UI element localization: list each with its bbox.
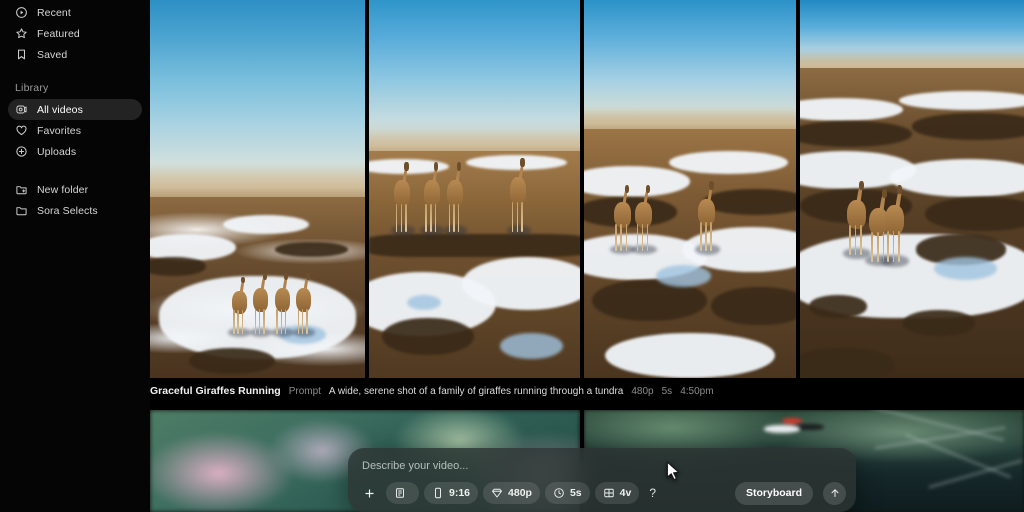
prompt-text: A wide, serene shot of a family of giraf…	[328, 385, 624, 397]
arrow-up-icon	[830, 489, 839, 498]
star-icon	[15, 27, 28, 40]
aspect-ratio-button[interactable]: 9:16	[424, 482, 479, 504]
clock-icon	[553, 487, 565, 499]
sidebar-item-label: Recent	[37, 6, 71, 19]
sidebar: Recent Featured Saved Library All videos…	[0, 0, 150, 512]
video-thumbnail[interactable]	[369, 0, 580, 378]
sidebar-item-label: New folder	[37, 183, 89, 196]
bookmark-icon	[15, 48, 28, 61]
sidebar-item-label: Uploads	[37, 145, 77, 158]
sidebar-item-favorites[interactable]: Favorites	[8, 120, 142, 141]
sidebar-item-label: Saved	[37, 48, 68, 61]
sidebar-item-featured[interactable]: Featured	[8, 23, 142, 44]
sidebar-item-all-videos[interactable]: All videos	[8, 99, 142, 120]
sidebar-item-uploads[interactable]: Uploads	[8, 141, 142, 162]
phone-icon	[432, 487, 444, 499]
video-frame	[584, 0, 796, 378]
sidebar-divider-2	[0, 162, 150, 179]
prompt-input[interactable]	[362, 455, 782, 477]
composer-toolbar: 9:16 480p 5s 4v ? Storyboard	[358, 480, 846, 506]
app-window: Recent Featured Saved Library All videos…	[0, 0, 1024, 512]
storyboard-button[interactable]: Storyboard	[734, 481, 813, 505]
folder-plus-icon	[15, 183, 28, 196]
variations-button[interactable]: 4v	[594, 482, 640, 504]
prompt-label: Prompt	[288, 385, 321, 397]
question-icon: ?	[649, 486, 657, 500]
resolution-label: 480p	[508, 487, 532, 499]
folder-icon	[15, 204, 28, 217]
sidebar-item-sora-selects[interactable]: Sora Selects	[8, 200, 142, 221]
upload-plus-icon	[15, 145, 28, 158]
grid-icon	[603, 487, 615, 499]
video-thumbnail[interactable]	[800, 0, 1024, 378]
help-button[interactable]: ?	[644, 482, 661, 504]
sidebar-item-recent[interactable]: Recent	[8, 2, 142, 23]
video-thumbnail[interactable]	[150, 0, 365, 378]
video-caption: Graceful Giraffes Running Prompt A wide,…	[150, 380, 714, 402]
send-button[interactable]	[823, 481, 846, 505]
sidebar-item-saved[interactable]: Saved	[8, 44, 142, 65]
resolution-badge: 480p	[631, 385, 654, 397]
prompt-composer: 9:16 480p 5s	[348, 448, 856, 512]
heart-icon	[15, 124, 28, 137]
sidebar-item-label: Favorites	[37, 124, 82, 137]
video-title: Graceful Giraffes Running	[150, 385, 281, 397]
sidebar-divider-1	[0, 65, 150, 82]
videos-icon	[15, 103, 28, 116]
diamond-icon	[491, 487, 503, 499]
variations-label: 4v	[619, 487, 632, 499]
presets-button[interactable]	[386, 482, 419, 504]
video-frame	[800, 0, 1024, 378]
video-frame	[150, 0, 365, 378]
aspect-ratio-label: 9:16	[449, 487, 471, 499]
video-gallery	[150, 0, 1024, 512]
clock-play-icon	[15, 6, 28, 19]
sidebar-item-label: All videos	[37, 103, 83, 116]
storyboard-label: Storyboard	[745, 487, 802, 499]
duration-label: 5s	[569, 487, 582, 499]
cards-icon	[394, 487, 406, 499]
video-result-row	[150, 0, 1024, 378]
sidebar-item-label: Sora Selects	[37, 204, 98, 217]
video-frame	[369, 0, 580, 378]
plus-icon	[365, 488, 374, 498]
timestamp: 4:50pm	[680, 385, 714, 397]
sidebar-item-label: Featured	[37, 27, 80, 40]
duration-button[interactable]: 5s	[544, 482, 590, 504]
sidebar-section-library: Library	[15, 82, 49, 94]
duration-badge: 5s	[661, 385, 673, 397]
add-attachment-button[interactable]	[358, 482, 381, 504]
sidebar-item-new-folder[interactable]: New folder	[8, 179, 142, 200]
video-thumbnail[interactable]	[584, 0, 796, 378]
resolution-button[interactable]: 480p	[483, 482, 540, 504]
